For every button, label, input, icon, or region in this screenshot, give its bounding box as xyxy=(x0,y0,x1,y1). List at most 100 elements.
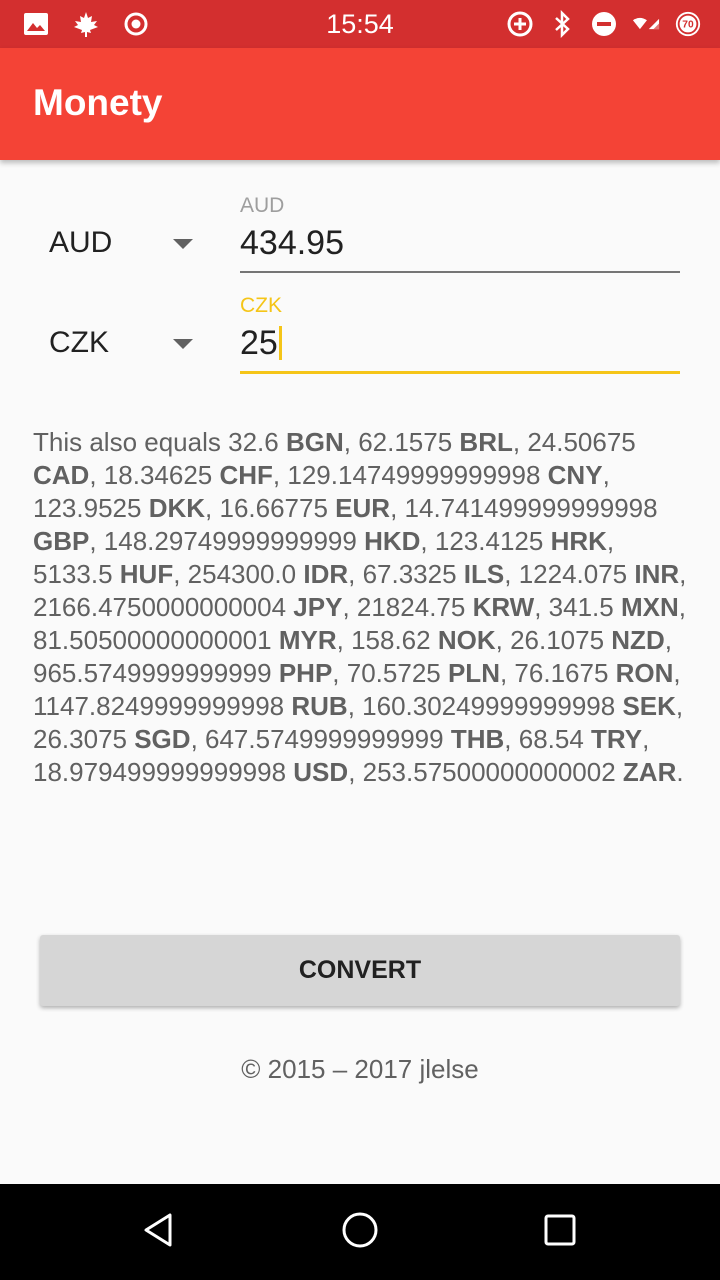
equivalent-item: , 67.3325 ILS xyxy=(348,559,505,589)
equivalent-amount: 158.62 xyxy=(351,625,431,655)
equivalents-text: This also equals 32.6 BGN, 62.1575 BRL, … xyxy=(33,427,687,787)
equivalent-amount: 965.5749999999999 xyxy=(33,658,272,688)
equivalent-item: , 76.1675 RON xyxy=(499,658,674,688)
equivalent-code: CAD xyxy=(33,460,90,490)
dropdown-arrow-icon xyxy=(173,239,193,249)
equivalent-amount: 81.50500000000001 xyxy=(33,625,272,655)
home-icon xyxy=(340,1210,380,1255)
equivalent-amount: 2166.4750000000004 xyxy=(33,592,287,622)
from-currency-spinner[interactable]: AUD xyxy=(33,213,203,273)
recents-button[interactable] xyxy=(536,1208,584,1256)
copyright-footer: © 2015 – 2017 jlelse xyxy=(241,1054,479,1084)
equivalent-amount: 62.1575 xyxy=(358,427,453,457)
data-saver-icon xyxy=(506,10,534,38)
svg-text:70: 70 xyxy=(682,20,694,31)
equivalent-amount: 253.57500000000002 xyxy=(362,757,616,787)
speed-badge-icon: 70 xyxy=(674,10,702,38)
from-amount-underline xyxy=(240,271,680,273)
equivalent-amount: 5133.5 xyxy=(33,559,113,589)
equivalent-item: , 647.5749999999999 THB xyxy=(190,724,505,754)
equivalent-item: , 62.1575 BRL xyxy=(343,427,513,457)
equivalent-code: ZAR xyxy=(622,757,677,787)
to-amount-input[interactable]: 25 xyxy=(240,318,680,371)
back-icon xyxy=(140,1210,180,1255)
equivalent-code: MXN xyxy=(620,592,679,622)
equivalent-code: DKK xyxy=(148,493,206,523)
equivalent-code: EUR xyxy=(335,493,391,523)
equivalent-item: , 341.5 MXN xyxy=(534,592,679,622)
equivalent-item: , 129.14749999999998 CNY xyxy=(272,460,603,490)
equivalent-amount: 160.30249999999998 xyxy=(362,691,616,721)
equivalent-item: , 26.1075 NZD xyxy=(495,625,665,655)
equivalent-code: ILS xyxy=(463,559,505,589)
equivalent-item: , 160.30249999999998 SEK xyxy=(347,691,676,721)
equivalents-prefix: This also equals xyxy=(33,427,221,457)
home-button[interactable] xyxy=(336,1208,384,1256)
do-not-disturb-icon xyxy=(590,10,618,38)
to-currency-value: CZK xyxy=(49,326,109,359)
app-title: Monety xyxy=(33,82,163,123)
equivalent-amount: 1147.8249999999998 xyxy=(33,691,285,721)
equivalent-item: , 68.54 TRY xyxy=(504,724,643,754)
equivalent-amount: 18.979499999999998 xyxy=(33,757,287,787)
to-amount-underline xyxy=(240,371,680,374)
signal-icon xyxy=(632,10,660,38)
equivalent-code: HRK xyxy=(550,526,607,556)
equivalent-amount: 129.14749999999998 xyxy=(287,460,541,490)
equivalents-list: 32.6 BGN, 62.1575 BRL, 24.50675 CAD, 18.… xyxy=(33,427,686,787)
to-amount-field: CZK 25 xyxy=(240,294,680,374)
from-currency-value: AUD xyxy=(49,226,113,259)
equivalent-code: KRW xyxy=(472,592,535,622)
equivalent-code: BGN xyxy=(285,427,344,457)
bluetooth-icon xyxy=(548,10,576,38)
to-amount-value: 25 xyxy=(240,324,278,362)
equivalent-code: BRL xyxy=(459,427,513,457)
convert-button[interactable]: CONVERT xyxy=(40,935,680,1006)
equivalent-amount: 123.9525 xyxy=(33,493,142,523)
equivalent-code: RUB xyxy=(291,691,348,721)
equivalent-amount: 123.4125 xyxy=(434,526,544,556)
equivalent-amount: 148.29749999999999 xyxy=(103,526,357,556)
dropdown-arrow-icon xyxy=(173,339,193,349)
equivalent-code: CNY xyxy=(547,460,603,490)
equivalent-code: JPY xyxy=(293,592,343,622)
equivalent-code: INR xyxy=(634,559,680,589)
from-amount-field: AUD xyxy=(240,194,680,273)
equivalent-amount: 16.66775 xyxy=(219,493,328,523)
equivalent-item: , 158.62 NOK xyxy=(336,625,496,655)
equivalent-amount: 67.3325 xyxy=(362,559,457,589)
equivalent-amount: 254300.0 xyxy=(187,559,297,589)
equivalent-item: , 18.34625 CHF xyxy=(89,460,273,490)
equivalent-amount: 18.34625 xyxy=(103,460,213,490)
text-cursor xyxy=(278,326,282,360)
equivalent-code: PLN xyxy=(447,658,500,688)
equivalent-code: CHF xyxy=(219,460,273,490)
equivalent-amount: 14.741499999999998 xyxy=(404,493,658,523)
equivalent-item: , 21824.75 KRW xyxy=(342,592,535,622)
equivalent-code: RON xyxy=(615,658,674,688)
status-bar: 15:54 70 xyxy=(0,0,720,48)
equivalent-code: NZD xyxy=(611,625,665,655)
equivalent-code: HUF xyxy=(119,559,174,589)
to-currency-spinner[interactable]: CZK xyxy=(33,313,203,373)
equivalent-amount: 26.3075 xyxy=(33,724,127,754)
equivalent-code: USD xyxy=(293,757,349,787)
equivalent-code: MYR xyxy=(278,625,337,655)
equivalent-amount: 647.5749999999999 xyxy=(205,724,444,754)
equivalent-amount: 24.50675 xyxy=(527,427,636,457)
equivalent-item: , 123.4125 HRK xyxy=(420,526,607,556)
equivalent-code: SEK xyxy=(622,691,676,721)
equivalent-amount: 70.5725 xyxy=(346,658,441,688)
app-bar: Monety xyxy=(0,48,720,160)
equivalent-amount: 1224.075 xyxy=(518,559,628,589)
to-amount-label: CZK xyxy=(240,294,282,317)
navigation-bar xyxy=(0,1184,720,1280)
from-amount-input[interactable] xyxy=(240,218,680,271)
back-button[interactable] xyxy=(136,1208,184,1256)
equivalent-item: , 70.5725 PLN xyxy=(332,658,500,688)
equivalent-item: , 253.57500000000002 ZAR xyxy=(348,757,677,787)
equivalent-amount: 76.1675 xyxy=(514,658,609,688)
equivalent-amount: 341.5 xyxy=(548,592,614,622)
equivalent-code: HKD xyxy=(364,526,421,556)
equivalent-code: SGD xyxy=(134,724,191,754)
